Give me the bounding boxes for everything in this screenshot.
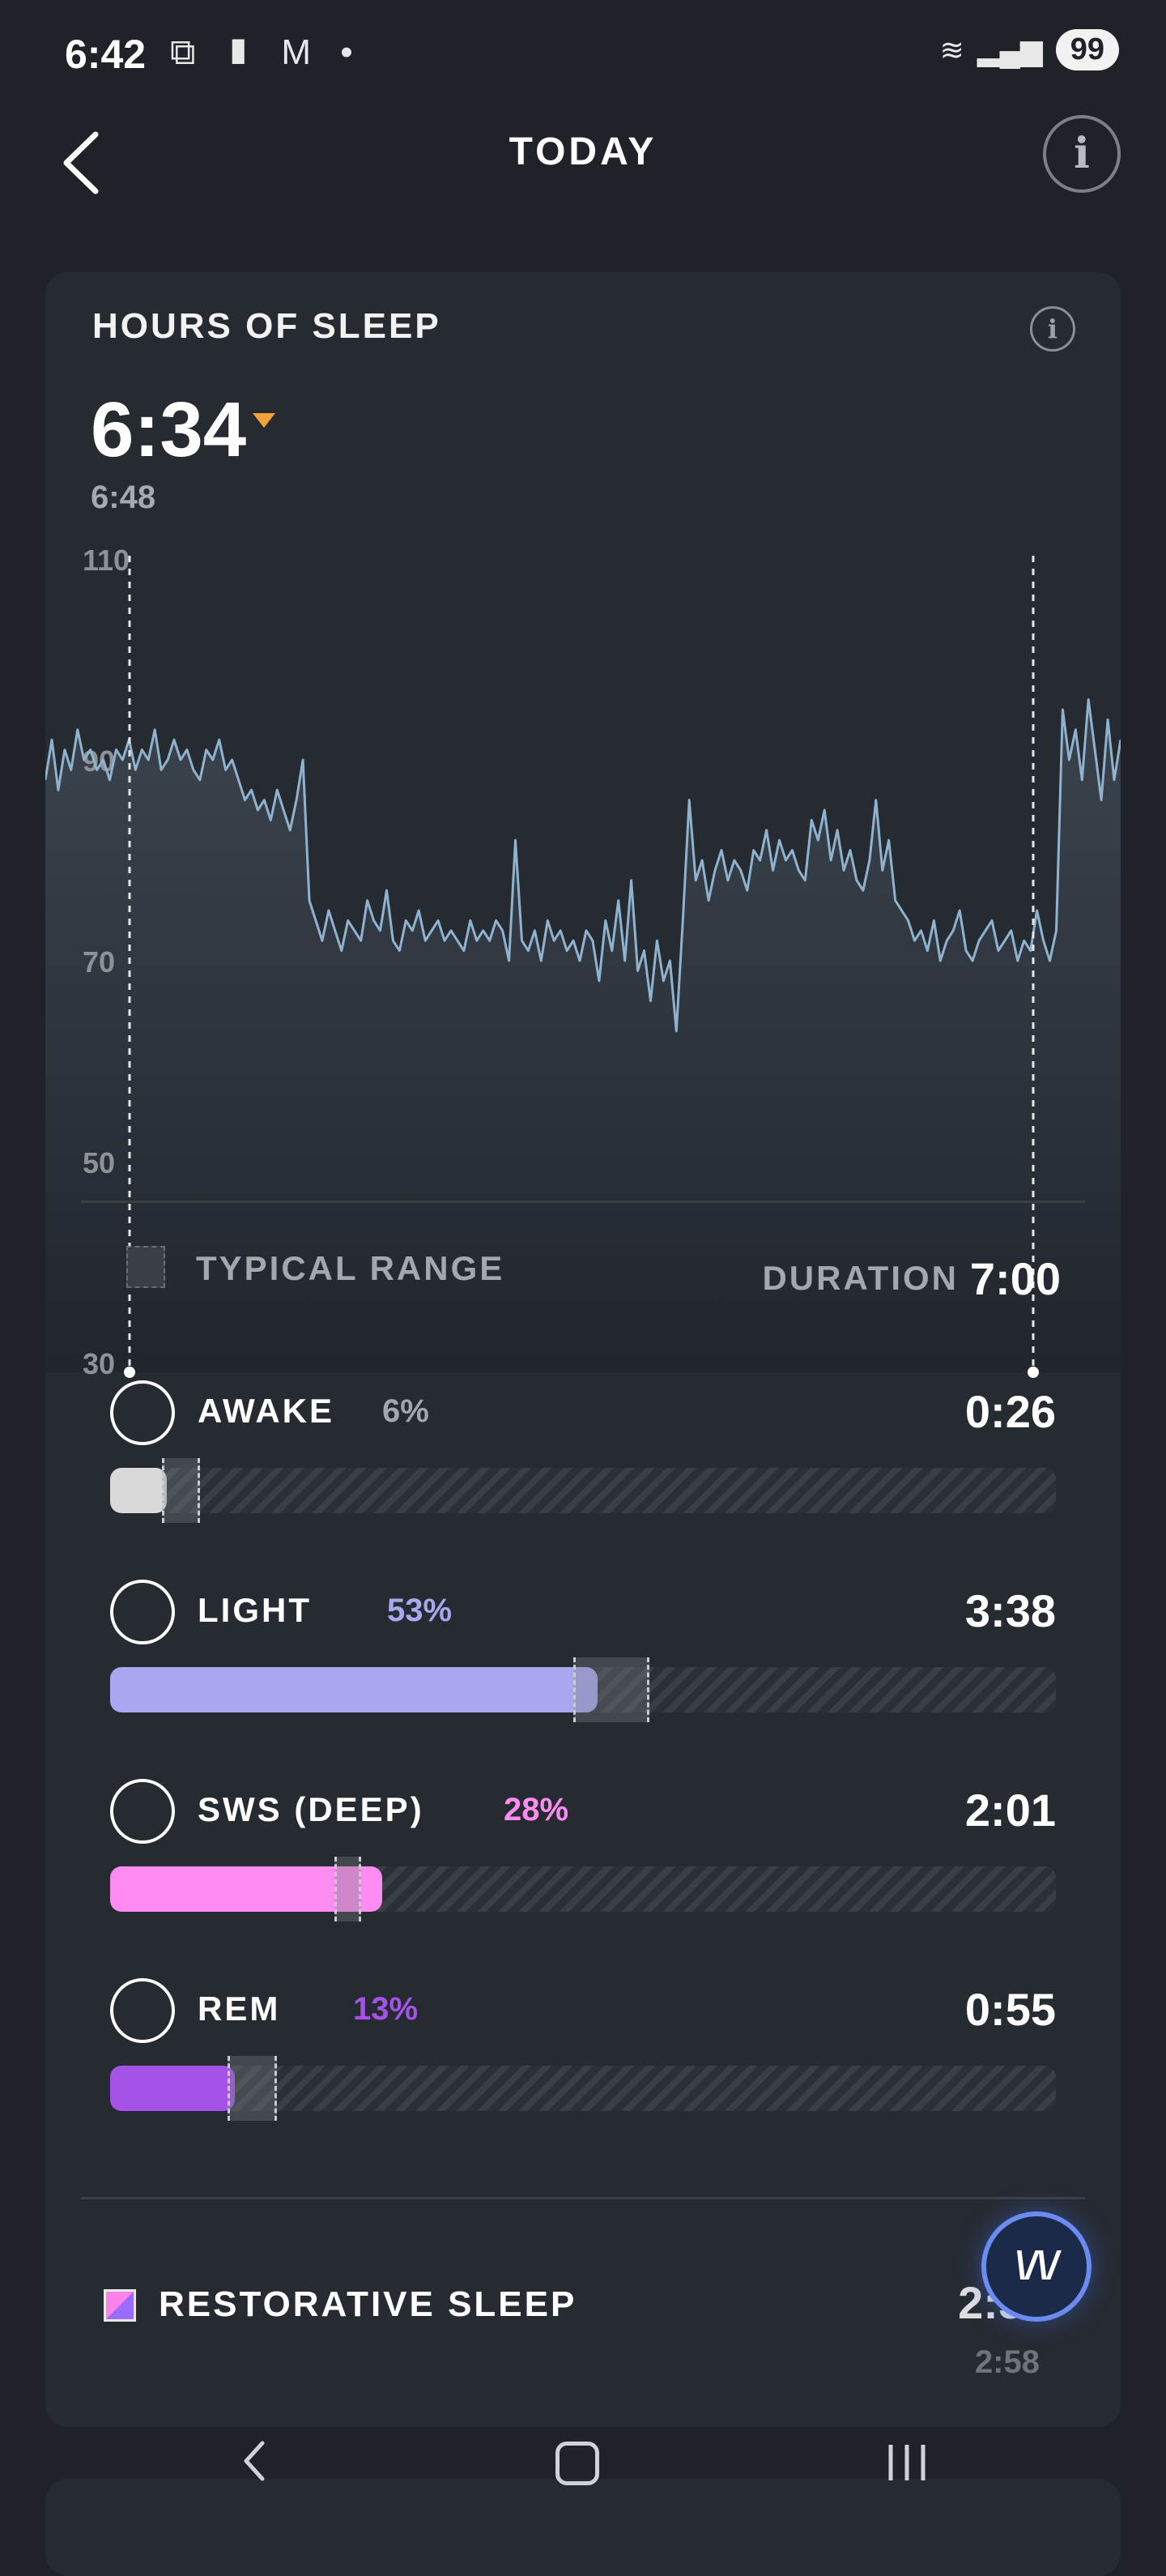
duration-label: DURATION [762,1259,959,1297]
info-icon: i [1074,129,1090,178]
duration-value: 7:00 [969,1253,1061,1304]
stage-row-light: LIGHT 53% 3:38 [110,1580,1056,1742]
stage-bar-track [110,2056,1056,2121]
stage-bar-track [110,1857,1056,1921]
stage-duration: 2:01 [964,1785,1056,1836]
stage-typical-range [227,2056,277,2121]
nav-home-icon[interactable] [555,2442,599,2485]
status-time: 6:42 [65,32,147,77]
stage-bar-fill [110,2066,236,2111]
stage-toggle[interactable] [110,1779,175,1844]
sleep-hours-value: 6:34 [91,386,247,473]
nav-recents-icon[interactable] [883,2440,931,2485]
restorative-sleep-icon [104,2289,136,2322]
restorative-sleep-label: RESTORATIVE SLEEP [159,2284,577,2324]
sleep-end-dot [1028,1367,1039,1378]
top-bar: TODAY i [0,113,1166,211]
card-info-button[interactable]: i [1030,306,1075,352]
device-icon: ▮ [224,32,262,72]
stage-bar-fill [110,1468,168,1513]
wifi-icon: ≋ [939,32,964,66]
stage-percent: 28% [504,1792,569,1828]
system-nav-bar [0,2430,1166,2495]
gmail-icon: M [281,32,321,72]
signal-icon: ▂▄▆ [977,32,1043,66]
nav-back-icon[interactable] [232,2437,280,2485]
card-title: HOURS OF SLEEP [92,306,441,346]
stage-row-sws-deep: SWS (DEEP) 28% 2:01 [110,1779,1056,1941]
stage-row-rem: REM 13% 0:55 [110,1978,1056,2140]
sleep-hours-needed: 6:48 [91,480,156,515]
divider [81,1201,1085,1203]
stage-name: AWAKE [198,1392,335,1430]
stage-bar-track [110,1657,1056,1722]
dot-icon: • [340,32,363,72]
stage-duration: 0:26 [964,1386,1056,1437]
stage-duration: 3:38 [964,1585,1056,1636]
y-tick-label: 50 [83,1146,115,1179]
stage-toggle[interactable] [110,1380,175,1445]
divider [81,2197,1085,2199]
stage-percent: 53% [387,1593,453,1628]
battery-indicator: 99 [1055,29,1119,70]
stage-duration: 0:55 [964,1984,1056,2035]
stage-typical-range [573,1657,649,1722]
typical-range-swatch [126,1246,165,1288]
stage-toggle[interactable] [110,1978,175,2043]
status-right: ≋ ▂▄▆ 99 [940,29,1119,70]
notification-icons: ⧉ ▮ M • [170,32,363,73]
stage-typical-range [162,1458,200,1523]
stage-name: SWS (DEEP) [198,1790,424,1828]
stage-row-awake: AWAKE 6% 0:26 [110,1380,1056,1542]
page-title: TODAY [509,130,657,173]
stage-toggle[interactable] [110,1580,175,1644]
sleep-start-dot [124,1367,135,1378]
restorative-sleep-subvalue: 2:58 [974,2344,1040,2380]
stage-name: LIGHT [198,1591,312,1629]
y-tick-label: 70 [83,945,115,979]
sleep-card: HOURS OF SLEEP i 6:34 6:48 1109070503011… [45,272,1121,2427]
typical-range-label: TYPICAL RANGE [196,1249,505,1287]
info-button[interactable]: i [1043,115,1121,193]
stage-typical-range [334,1857,361,1921]
stage-bar-fill [110,1667,598,1712]
y-tick-label: 110 [83,544,130,577]
status-bar: 6:42 ⧉ ▮ M • ≋ ▂▄▆ 99 [0,0,1166,113]
stage-name: REM [198,1990,281,2028]
screenshot-icon: ⧉ [170,32,206,72]
y-tick-label: 30 [83,1347,115,1380]
trend-down-icon [253,413,275,428]
assistant-fab[interactable]: \/\/ [981,2211,1092,2322]
info-icon: i [1047,313,1058,344]
stage-percent: 13% [353,1991,419,2027]
stage-bar-track [110,1458,1056,1523]
stage-percent: 6% [382,1393,429,1429]
